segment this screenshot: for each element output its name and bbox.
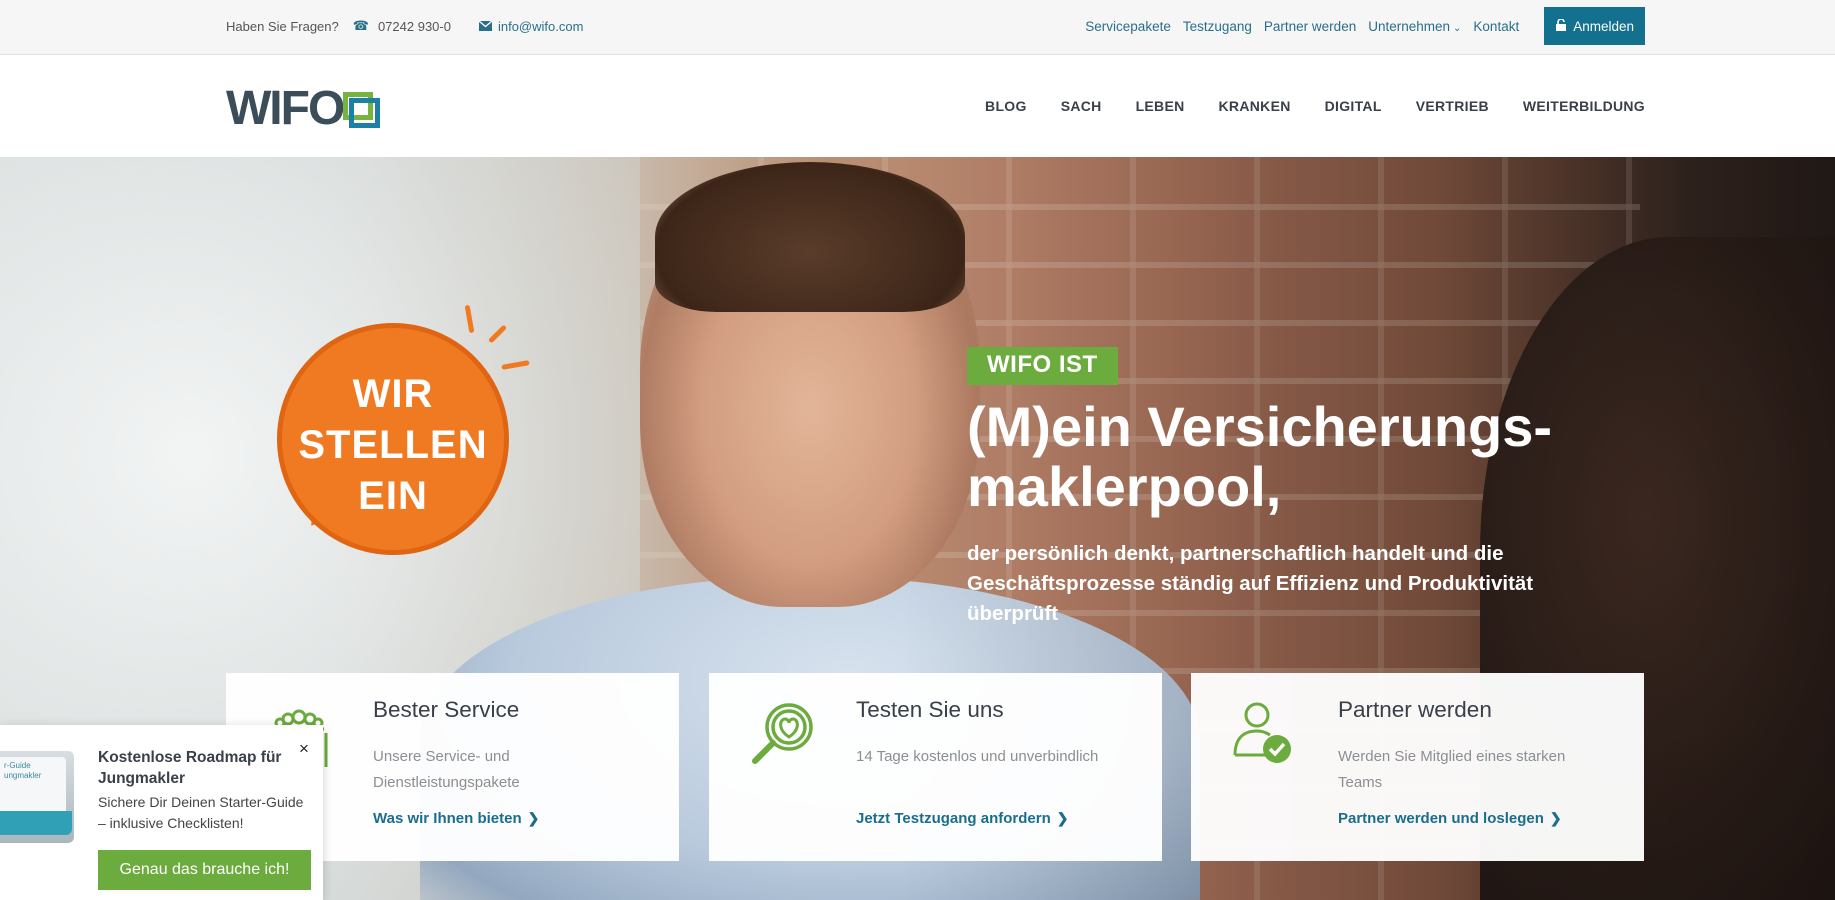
- card-link-partner-werden[interactable]: Partner werden und loslegen ❯: [1338, 810, 1562, 827]
- card-link-label: Was wir Ihnen bieten: [373, 810, 522, 827]
- card-link-was-wir-bieten[interactable]: Was wir Ihnen bieten ❯: [373, 810, 539, 827]
- nav-kranken[interactable]: KRANKEN: [1219, 98, 1291, 114]
- card-description: 14 Tage kostenlos und unverbindlich: [856, 748, 1099, 765]
- top-utility-bar: Haben Sie Fragen? ☎ 07242 930-0 info@wif…: [0, 0, 1835, 55]
- job-offer-badge[interactable]: WIR STELLEN EIN: [277, 304, 530, 555]
- login-button[interactable]: Anmelden: [1544, 7, 1645, 45]
- card-link-label: Partner werden und loslegen: [1338, 810, 1544, 827]
- login-label: Anmelden: [1573, 18, 1634, 34]
- nav-leben[interactable]: LEBEN: [1136, 98, 1185, 114]
- chevron-right-icon: ❯: [1056, 810, 1069, 826]
- hero-subline: der persönlich denkt, partnerschaftlich …: [967, 542, 1534, 625]
- feature-card-partner: Partner werden Werden Sie Mitglied eines…: [1191, 673, 1644, 861]
- card-link-testzugang[interactable]: Jetzt Testzugang anfordern ❯: [856, 810, 1068, 827]
- chevron-right-icon: ❯: [1549, 810, 1562, 826]
- card-description: Werden Sie Mitglied eines starken Teams: [1338, 748, 1566, 791]
- feature-card-test: Testen Sie uns 14 Tage kostenlos und unv…: [709, 673, 1162, 861]
- logo-square-icon: [343, 92, 381, 128]
- contact-question: Haben Sie Fragen?: [226, 18, 339, 34]
- badge-line-2: STELLEN: [298, 423, 488, 467]
- book-cover-stripe: [0, 811, 72, 835]
- main-header: WIFO BLOG SACH LEBEN KRANKEN DIGITAL VER…: [0, 55, 1835, 157]
- nav-sach[interactable]: SACH: [1061, 98, 1102, 114]
- roadmap-popup: r-Guide ungmakler × Kostenlose Roadmap f…: [0, 725, 323, 900]
- nav-blog[interactable]: BLOG: [985, 98, 1027, 114]
- lock-icon: [1555, 17, 1567, 34]
- starter-guide-book-image: r-Guide ungmakler: [0, 751, 74, 843]
- chevron-right-icon: ❯: [527, 810, 540, 826]
- badge-line-1: WIR: [352, 372, 434, 416]
- link-kontakt[interactable]: Kontakt: [1473, 19, 1519, 34]
- utility-links: Servicepakete Testzugang Partner werden …: [1085, 0, 1645, 52]
- link-unternehmen-dropdown[interactable]: Unternehmen ⌄: [1368, 19, 1461, 34]
- card-title: Partner werden: [1338, 697, 1492, 722]
- link-partner-werden[interactable]: Partner werden: [1264, 19, 1356, 34]
- nav-weiterbildung[interactable]: WEITERBILDUNG: [1523, 98, 1645, 114]
- card-title: Bester Service: [373, 697, 520, 722]
- phone-icon: ☎: [352, 18, 369, 33]
- chevron-down-icon: ⌄: [1453, 22, 1462, 34]
- main-menu: BLOG SACH LEBEN KRANKEN DIGITAL VERTRIEB…: [951, 55, 1645, 157]
- envelope-icon: [478, 19, 493, 34]
- link-testzugang[interactable]: Testzugang: [1183, 19, 1252, 34]
- link-unternehmen-label: Unternehmen: [1368, 18, 1451, 34]
- hero-tag: WIFO IST: [967, 347, 1118, 385]
- card-description: Unsere Service- und Dienstleistungspaket…: [373, 748, 520, 791]
- badge-text: WIR STELLEN EIN: [277, 369, 509, 522]
- card-link-label: Jetzt Testzugang anfordern: [856, 810, 1051, 827]
- phone-number[interactable]: 07242 930-0: [378, 19, 451, 34]
- card-title: Testen Sie uns: [856, 697, 1004, 722]
- email-link[interactable]: info@wifo.com: [498, 19, 583, 34]
- logo-wordmark: WIFO: [226, 82, 345, 135]
- popup-cta-button[interactable]: Genau das brauche ich!: [98, 850, 311, 890]
- nav-vertrieb[interactable]: VERTRIEB: [1416, 98, 1489, 114]
- user-check-icon: [1229, 699, 1299, 769]
- contact-info: Haben Sie Fragen? ☎ 07242 930-0 info@wif…: [226, 0, 583, 52]
- magnifier-heart-icon: [747, 699, 817, 769]
- link-servicepakete[interactable]: Servicepakete: [1085, 19, 1171, 34]
- popup-title: Kostenlose Roadmap für Jungmakler: [98, 749, 282, 787]
- popup-description: Sichere Dir Deinen Starter-Guide – inklu…: [98, 794, 304, 831]
- wifo-logo[interactable]: WIFO: [226, 85, 381, 133]
- nav-digital[interactable]: DIGITAL: [1325, 98, 1382, 114]
- hero-headline: (M)ein Versicherungs-maklerpool,: [967, 395, 1553, 518]
- badge-line-3: EIN: [358, 474, 428, 518]
